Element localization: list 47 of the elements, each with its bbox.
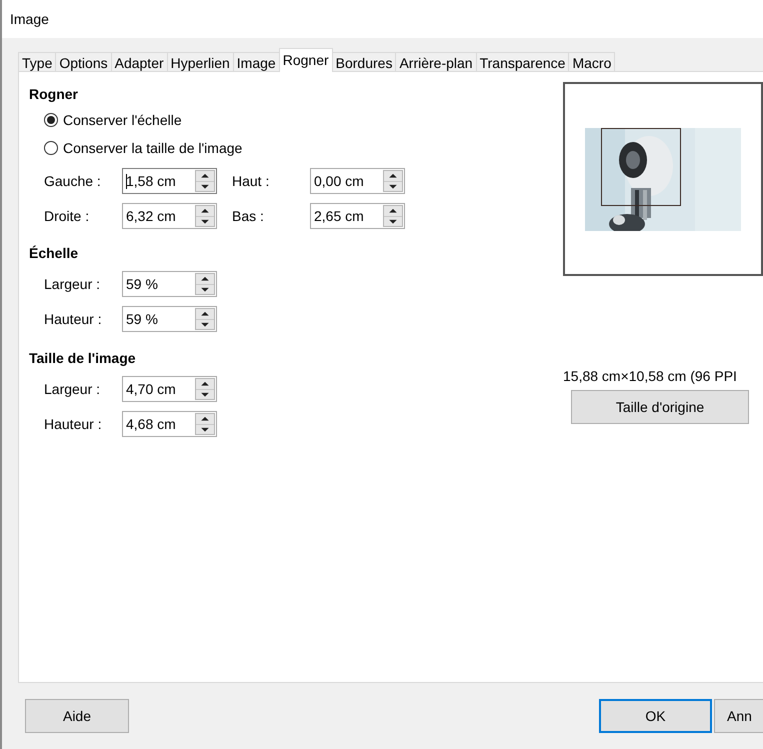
- spin-field[interactable]: 59 %: [122, 306, 217, 332]
- tab[interactable]: Macro: [568, 52, 616, 72]
- spin-buttons[interactable]: [195, 273, 215, 295]
- field-label: Haut :: [232, 173, 270, 189]
- radio-label[interactable]: Conserver la taille de l'image: [63, 140, 242, 156]
- spin-field[interactable]: 4,68 cm: [122, 411, 217, 437]
- section-heading: Taille de l'image: [29, 350, 137, 368]
- field-label: Hauteur :: [44, 416, 103, 432]
- help-button[interactable]: Aide: [25, 699, 129, 733]
- spin-field[interactable]: 4,70 cm: [122, 376, 217, 402]
- tab[interactable]: Rogner: [278, 48, 333, 72]
- original-size-button[interactable]: Taille d'origine: [571, 390, 749, 424]
- spin-field[interactable]: 1,58 cm: [122, 168, 217, 194]
- tab[interactable]: Type: [18, 52, 56, 72]
- radio-label[interactable]: Conserver l'échelle: [63, 112, 182, 128]
- field-label: Hauteur :: [44, 311, 103, 327]
- field-label: Gauche :: [44, 173, 102, 189]
- spin-buttons[interactable]: [195, 413, 215, 435]
- window-title: Image: [10, 11, 49, 27]
- tab[interactable]: Image: [232, 52, 280, 72]
- tab[interactable]: Adapter: [110, 52, 168, 72]
- tab[interactable]: Hyperlien: [166, 52, 234, 72]
- spin-buttons[interactable]: [195, 205, 215, 227]
- field-label: Bas :: [232, 208, 265, 224]
- spin-buttons[interactable]: [195, 378, 215, 400]
- spin-field[interactable]: 6,32 cm: [122, 203, 217, 229]
- field-label: Droite :: [44, 208, 90, 224]
- ok-button[interactable]: OK: [599, 699, 712, 733]
- tab[interactable]: Transparence: [476, 52, 570, 72]
- field-label: Largeur :: [44, 276, 102, 292]
- cancel-button[interactable]: Ann: [714, 699, 763, 733]
- spin-field[interactable]: 2,65 cm: [310, 203, 405, 229]
- tab[interactable]: Arrière-plan: [395, 52, 477, 72]
- section-heading: Rogner: [29, 86, 79, 104]
- section-heading: Échelle: [29, 245, 80, 263]
- spin-buttons[interactable]: [195, 308, 215, 330]
- spin-field[interactable]: 0,00 cm: [310, 168, 405, 194]
- spin-buttons[interactable]: [383, 205, 403, 227]
- spin-field[interactable]: 59 %: [122, 271, 217, 297]
- field-label: Largeur :: [44, 381, 102, 397]
- tab[interactable]: Options: [55, 52, 112, 72]
- spin-buttons[interactable]: [195, 170, 215, 192]
- text-cursor: [126, 174, 127, 188]
- original-size-text: 15,88 cm×10,58 cm (96 PPI: [563, 368, 737, 384]
- radio-button[interactable]: [44, 113, 58, 127]
- spin-buttons[interactable]: [383, 170, 403, 192]
- radio-button[interactable]: [44, 141, 58, 155]
